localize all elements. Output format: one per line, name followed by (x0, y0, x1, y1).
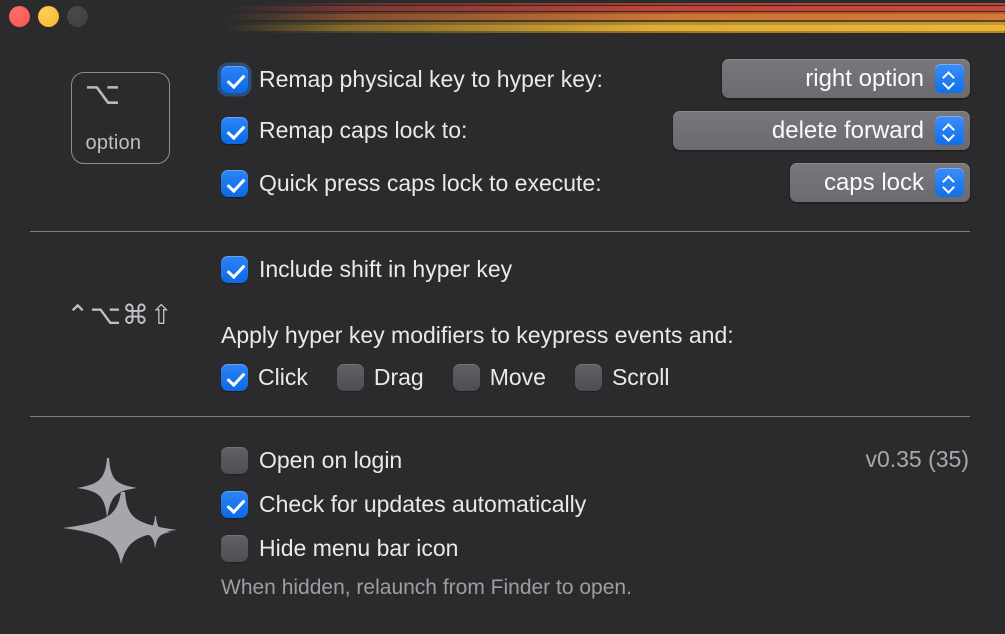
option-symbol-icon: ⌥ (84, 76, 121, 112)
include-shift-checkbox[interactable] (221, 256, 248, 283)
caps-lock-target-popup[interactable]: delete forward (673, 111, 970, 150)
remap-caps-lock-row[interactable]: Remap caps lock to: (221, 117, 467, 144)
event-type-drag[interactable]: Drag (336, 364, 424, 391)
close-window-button[interactable] (9, 6, 30, 27)
open-on-login-row[interactable]: Open on login (221, 447, 402, 474)
caps-lock-target-value: delete forward (771, 116, 924, 144)
check-for-updates-label: Check for updates automatically (259, 491, 587, 517)
quick-press-caps-lock-checkbox[interactable] (221, 170, 248, 197)
event-type-drag-checkbox[interactable] (336, 364, 364, 391)
version-label: v0.35 (35) (865, 446, 969, 472)
remap-caps-lock-label: Remap caps lock to: (259, 117, 468, 143)
zoom-window-button (67, 6, 88, 27)
chevron-up-down-icon (935, 116, 964, 145)
quick-press-caps-lock-row[interactable]: Quick press caps lock to execute: (221, 170, 602, 197)
hyper-key-source-value: right option (805, 64, 924, 92)
hide-menu-bar-icon-checkbox[interactable] (221, 535, 248, 562)
chevron-up-down-icon (935, 168, 964, 197)
event-type-move[interactable]: Move (452, 364, 546, 391)
stripe-red (228, 6, 1005, 11)
apply-modifiers-label: Apply hyper key modifiers to keypress ev… (221, 322, 734, 348)
include-shift-label: Include shift in hyper key (259, 256, 513, 282)
event-type-click[interactable]: Click (221, 364, 308, 391)
modifier-symbols-text: ⌃⌥⌘⇧ (66, 300, 174, 331)
hide-menu-bar-icon-row[interactable]: Hide menu bar icon (221, 535, 458, 562)
open-on-login-checkbox[interactable] (221, 447, 248, 474)
event-type-scroll-checkbox[interactable] (574, 364, 602, 391)
event-type-scroll[interactable]: Scroll (574, 364, 670, 391)
event-type-move-label: Move (489, 364, 546, 390)
stripe-yellow-thin (250, 31, 1005, 33)
modifier-symbols-icon: ⌃⌥⌘⇧ (30, 302, 210, 329)
remap-physical-key-checkbox[interactable] (221, 66, 248, 93)
hyper-key-source-popup[interactable]: right option (722, 59, 970, 98)
option-keycap-label: option (85, 132, 142, 154)
minimize-window-button[interactable] (38, 6, 59, 27)
event-type-drag-label: Drag (373, 364, 424, 390)
include-shift-row[interactable]: Include shift in hyper key (221, 256, 512, 283)
section-divider (30, 416, 970, 417)
event-type-move-checkbox[interactable] (452, 364, 480, 391)
hide-menu-bar-icon-label: Hide menu bar icon (259, 535, 459, 561)
remap-physical-key-row[interactable]: Remap physical key to hyper key: (221, 66, 603, 93)
stripe-gold-thin (232, 22, 1005, 25)
event-type-scroll-label: Scroll (611, 364, 670, 390)
event-type-click-checkbox[interactable] (221, 364, 248, 391)
check-for-updates-checkbox[interactable] (221, 491, 248, 518)
stripe-dark-gold (246, 20, 1005, 22)
chevron-up-down-icon (935, 64, 964, 93)
window-controls (9, 6, 88, 27)
sparkles-app-icon (30, 446, 210, 564)
stripe-red-thin (262, 3, 1005, 5)
remap-physical-key-label: Remap physical key to hyper key: (259, 66, 603, 92)
hide-menu-bar-hint: When hidden, relaunch from Finder to ope… (221, 576, 632, 599)
stripe-orange-thin (238, 12, 1005, 14)
remap-caps-lock-checkbox[interactable] (221, 117, 248, 144)
stripe-orange (224, 14, 1005, 20)
open-on-login-label: Open on login (259, 447, 403, 473)
quick-press-caps-lock-label: Quick press caps lock to execute: (259, 170, 602, 196)
event-type-click-label: Click (258, 364, 308, 390)
app-window: ⌥ option Remap physical key to hyper key… (0, 0, 1005, 634)
check-for-updates-row[interactable]: Check for updates automatically (221, 491, 586, 518)
option-keycap-icon: ⌥ option (30, 72, 210, 164)
decorative-gradient-stripes (0, 0, 1005, 42)
event-types-group: Click Drag Move Scroll (221, 364, 669, 391)
quick-press-action-popup[interactable]: caps lock (790, 163, 970, 202)
quick-press-action-value: caps lock (823, 168, 924, 196)
section-divider (30, 231, 970, 232)
settings-content: ⌥ option Remap physical key to hyper key… (0, 42, 1005, 634)
stripe-yellow (226, 25, 1005, 31)
